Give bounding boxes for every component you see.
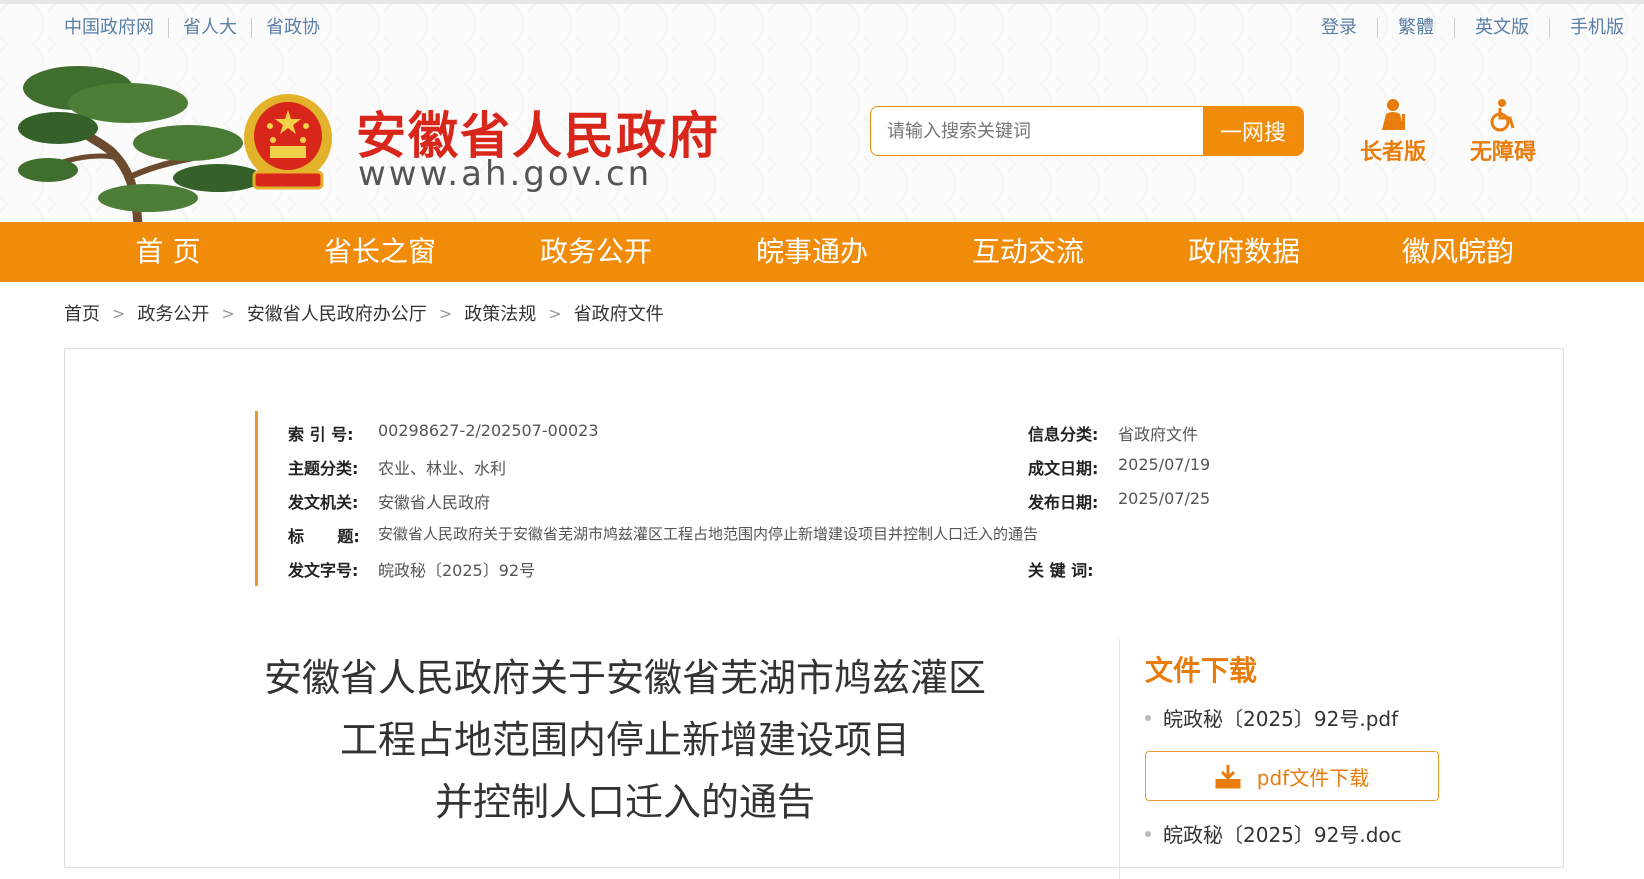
meta-key: 关 键 词: [1028, 561, 1094, 580]
accessible-mode-button[interactable]: 无障碍 [1458, 98, 1548, 166]
meta-value: 安徽省人民政府关于安徽省芜湖市鸠兹灌区工程占地范围内停止新增建设项目并控制人口迁… [378, 525, 1039, 543]
nav-interaction[interactable]: 互动交流 [938, 222, 1118, 282]
site-header: 中国政府网 省人大 省政协 登录 繁體 英文版 手机版 安徽省人民政府 www.… [0, 0, 1644, 226]
bullet-icon [1145, 830, 1151, 837]
elder-mode-label: 长者版 [1359, 140, 1426, 165]
link-provincial-congress[interactable]: 省人大 [168, 18, 251, 38]
breadcrumb: 首页 > 政务公开 > 安徽省人民政府办公厅 > 政策法规 > 省政府文件 [64, 300, 664, 326]
nav-gov-data[interactable]: 政府数据 [1154, 222, 1334, 282]
meta-value: 2025/07/25 [1118, 489, 1211, 508]
nav-culture[interactable]: 徽风皖韵 [1368, 222, 1548, 282]
nav-services[interactable]: 皖事通办 [722, 222, 902, 282]
meta-value: 皖政秘〔2025〕92号 [378, 561, 536, 580]
chevron-right-icon: > [548, 303, 562, 323]
download-file-doc[interactable]: 皖政秘〔2025〕92号.doc [1145, 819, 1402, 848]
meta-key: 信息分类: [1028, 425, 1099, 444]
search-input[interactable] [871, 107, 1203, 155]
main-nav: 首 页 省长之窗 政务公开 皖事通办 互动交流 政府数据 徽风皖韵 [0, 222, 1644, 282]
document-title-line: 工程占地范围内停止新增建设项目 [339, 718, 910, 762]
nav-gov-affairs[interactable]: 政务公开 [506, 222, 686, 282]
login-link[interactable]: 登录 [1301, 18, 1377, 38]
nav-home[interactable]: 首 页 [78, 222, 258, 282]
top-links-left: 中国政府网 省人大 省政协 [64, 18, 334, 38]
download-heading: 文件下载 [1145, 654, 1258, 687]
download-file-name[interactable]: 皖政秘〔2025〕92号.doc [1163, 819, 1402, 848]
download-file-name[interactable]: 皖政秘〔2025〕92号.pdf [1163, 703, 1398, 732]
link-cppcc[interactable]: 省政协 [251, 18, 334, 38]
chevron-right-icon: > [438, 303, 453, 323]
breadcrumb-current[interactable]: 省政府文件 [574, 300, 664, 326]
vertical-divider [1119, 639, 1120, 879]
meta-row-title: 标 题: 安徽省人民政府关于安徽省芜湖市鸠兹灌区工程占地范围内停止新增建设项目并… [288, 523, 1038, 547]
meta-key: 主题分类: [288, 459, 359, 478]
breadcrumb-office[interactable]: 安徽省人民政府办公厅 [247, 300, 427, 326]
search-box: 一网搜 [870, 106, 1304, 156]
download-file-pdf[interactable]: 皖政秘〔2025〕92号.pdf [1145, 703, 1398, 732]
elder-mode-button[interactable]: 长者版 [1348, 98, 1438, 166]
meta-value: 省政府文件 [1118, 425, 1199, 444]
elder-icon [1382, 99, 1405, 130]
meta-row-doc-number: 发文字号: 皖政秘〔2025〕92号 [288, 557, 535, 581]
search-button[interactable]: 一网搜 [1203, 107, 1303, 155]
english-link[interactable]: 英文版 [1454, 18, 1549, 38]
document-metadata: 索 引 号: 00298627-2/202507-00023 信息分类: 省政府… [255, 411, 1455, 586]
meta-key: 发文机关: [288, 493, 359, 512]
meta-value: 安徽省人民政府 [378, 493, 491, 512]
meta-key: 发布日期: [1028, 493, 1099, 512]
meta-row-published-date: 发布日期: 2025/07/25 [1028, 489, 1210, 513]
chevron-right-icon: > [112, 303, 126, 323]
meta-row-info-category: 信息分类: 省政府文件 [1028, 421, 1198, 445]
meta-row-created-date: 成文日期: 2025/07/19 [1028, 455, 1210, 479]
site-url: www.ah.gov.cn [358, 154, 653, 194]
document-title-line: 安徽省人民政府关于安徽省芜湖市鸠兹灌区 [263, 656, 986, 700]
mobile-link[interactable]: 手机版 [1549, 18, 1644, 38]
meta-key: 发文字号: [288, 561, 359, 580]
chevron-right-icon: > [221, 303, 235, 323]
content-panel: 索 引 号: 00298627-2/202507-00023 信息分类: 省政府… [64, 348, 1564, 879]
document-title: 安徽省人民政府关于安徽省芜湖市鸠兹灌区 工程占地范围内停止新增建设项目 并控制人… [225, 647, 1025, 833]
pdf-download-button[interactable]: pdf文件下载 [1145, 751, 1439, 801]
meta-value: 农业、林业、水利 [378, 459, 507, 478]
breadcrumb-gov-affairs[interactable]: 政务公开 [137, 300, 209, 326]
download-icon [1215, 765, 1241, 789]
wheelchair-icon [1490, 99, 1515, 132]
meta-row-topic: 主题分类: 农业、林业、水利 [288, 455, 506, 479]
national-emblem-icon [244, 94, 332, 190]
meta-value: 2025/07/19 [1118, 455, 1211, 474]
pine-tree-image [18, 66, 263, 226]
link-gov-cn[interactable]: 中国政府网 [64, 18, 168, 38]
top-links-right: 登录 繁體 英文版 手机版 [1301, 18, 1644, 38]
meta-key: 标 题: [288, 527, 360, 546]
breadcrumb-policy[interactable]: 政策法规 [464, 300, 536, 326]
traditional-chinese-link[interactable]: 繁體 [1377, 18, 1454, 38]
meta-row-index: 索 引 号: 00298627-2/202507-00023 [288, 421, 599, 445]
accessible-mode-label: 无障碍 [1469, 140, 1536, 165]
meta-row-issuer: 发文机关: 安徽省人民政府 [288, 489, 490, 513]
meta-key: 索 引 号: [288, 425, 354, 444]
meta-row-keywords: 关 键 词: [1028, 557, 1118, 581]
meta-key: 成文日期: [1028, 459, 1099, 478]
document-title-line: 并控制人口迁入的通告 [434, 780, 815, 824]
nav-governor[interactable]: 省长之窗 [290, 222, 470, 282]
meta-value: 00298627-2/202507-00023 [378, 421, 599, 440]
pdf-download-label: pdf文件下载 [1256, 765, 1370, 790]
bullet-icon [1145, 714, 1151, 721]
breadcrumb-home[interactable]: 首页 [64, 300, 100, 326]
